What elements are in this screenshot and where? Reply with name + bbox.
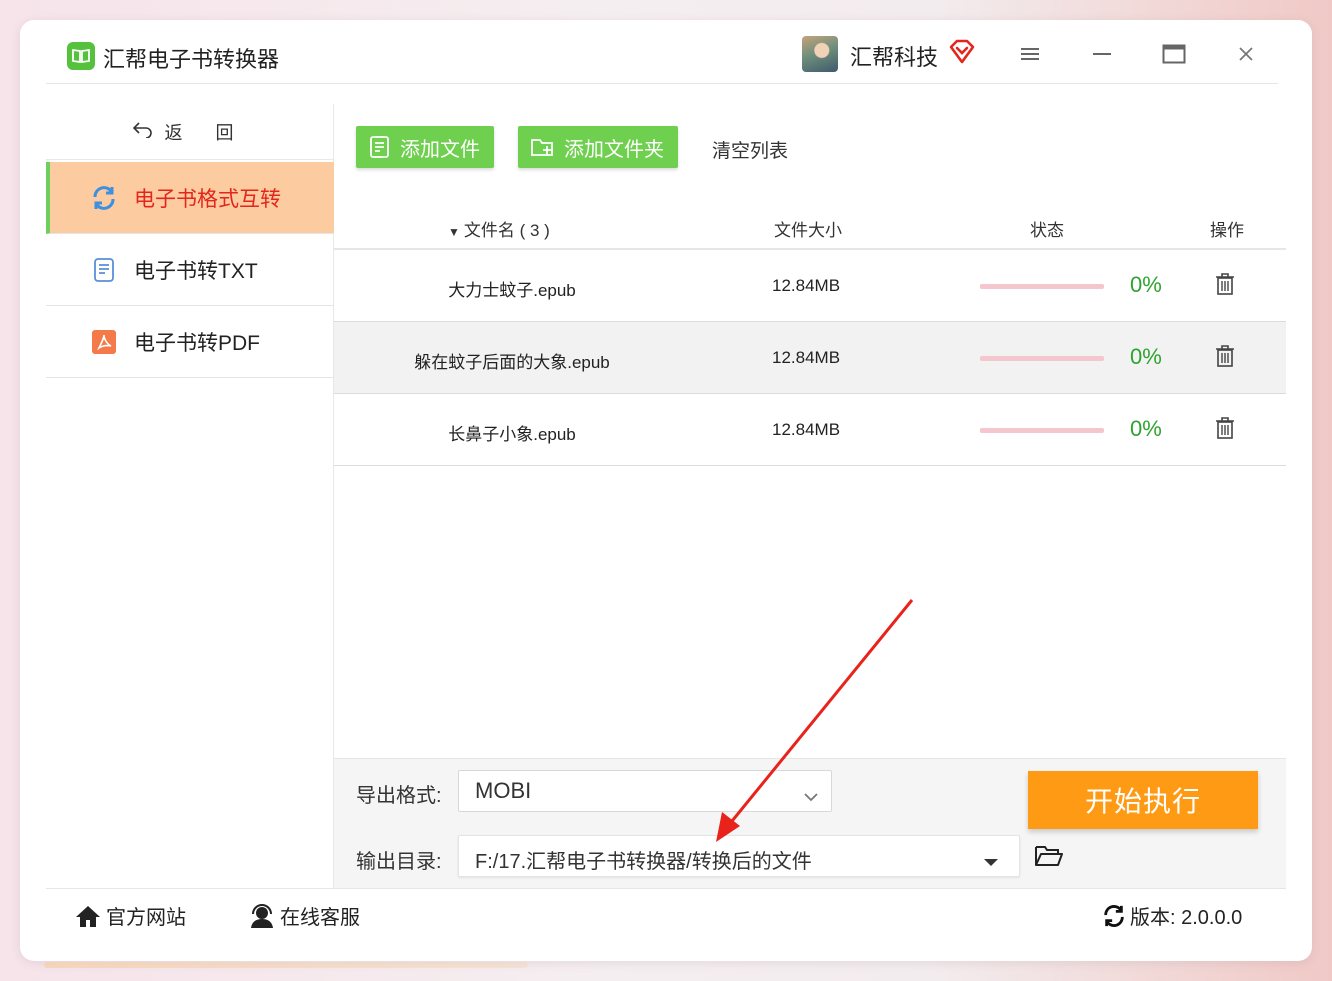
- sidebar-item-label: 电子书格式互转: [134, 187, 281, 211]
- delete-icon[interactable]: [1214, 272, 1238, 298]
- add-file-button[interactable]: 添加文件: [356, 126, 494, 168]
- sidebar-item-format-convert[interactable]: 电子书格式互转: [46, 162, 334, 234]
- export-panel: 导出格式: MOBI 输出目录: F:/17.汇帮电子书转换器/转换后的文件 开…: [334, 758, 1286, 888]
- customer-service-link[interactable]: 在线客服: [248, 901, 360, 930]
- export-format-value: MOBI: [475, 778, 532, 803]
- website-link[interactable]: 官方网站: [74, 901, 186, 930]
- progress-bar: [980, 428, 1104, 433]
- add-file-icon: [370, 136, 389, 158]
- add-folder-button[interactable]: 添加文件夹: [518, 126, 678, 168]
- minimize-icon[interactable]: [1084, 38, 1120, 70]
- sidebar-item-label: 电子书转TXT: [134, 259, 258, 283]
- file-size: 12.84MB: [772, 420, 841, 439]
- home-icon: [76, 905, 100, 927]
- clear-list-button[interactable]: 清空列表: [712, 136, 788, 163]
- add-file-label: 添加文件: [400, 138, 480, 161]
- output-dir-label: 输出目录:: [356, 851, 442, 873]
- footer: 官方网站 在线客服 版本: 2.0.0.0: [46, 888, 1286, 938]
- table-row[interactable]: 躲在蚊子后面的大象.epub 12.84MB 0%: [334, 322, 1286, 394]
- customer-service-label: 在线客服: [280, 907, 360, 929]
- menu-icon[interactable]: [1012, 38, 1048, 70]
- app-logo-icon: [67, 42, 95, 70]
- caret-down-icon: [983, 848, 999, 874]
- sort-down-icon: ▼: [448, 225, 460, 239]
- vip-diamond-icon[interactable]: [948, 38, 976, 66]
- column-header-action: 操作: [1210, 221, 1244, 240]
- table-header: ▼ 文件名 ( 3 ) 文件大小 状态 操作: [334, 202, 1286, 250]
- document-icon: [90, 256, 118, 284]
- export-format-select[interactable]: MOBI: [458, 770, 832, 812]
- sidebar-item-label: 电子书转PDF: [134, 331, 260, 355]
- output-dir-select[interactable]: F:/17.汇帮电子书转换器/转换后的文件: [458, 835, 1020, 877]
- progress-percent: 0%: [1130, 272, 1162, 297]
- version-info[interactable]: 版本: 2.0.0.0: [1102, 901, 1242, 930]
- website-label: 官方网站: [106, 907, 186, 929]
- add-folder-icon: [531, 139, 553, 156]
- file-name: 躲在蚊子后面的大象.epub: [414, 353, 610, 372]
- export-format-label: 导出格式:: [356, 785, 442, 807]
- support-agent-icon: [251, 903, 273, 928]
- back-arrow-icon: [132, 120, 154, 144]
- main-panel: 添加文件 添加文件夹 清空列表 ▼ 文件名 ( 3 ) 文件大小 状态 操作 大力…: [334, 104, 1286, 888]
- title-bar: 汇帮电子书转换器 汇帮科技: [46, 34, 1278, 84]
- progress-bar: [980, 356, 1104, 361]
- file-name: 长鼻子小象.epub: [448, 425, 576, 444]
- sidebar-item-pdf[interactable]: 电子书转PDF: [46, 306, 334, 378]
- version-label: 版本: 2.0.0.0: [1130, 907, 1243, 929]
- column-header-size: 文件大小: [774, 221, 842, 240]
- back-label: 返 回: [164, 122, 248, 143]
- file-name: 大力士蚊子.epub: [448, 281, 576, 300]
- sidebar: 返 回 电子书格式互转 电子书转TXT 电子书转PDF: [46, 104, 334, 888]
- column-header-status: 状态: [1030, 221, 1064, 240]
- table-row[interactable]: 大力士蚊子.epub 12.84MB 0%: [334, 250, 1286, 322]
- column-header-name-label: 文件名 ( 3 ): [463, 221, 550, 240]
- maximize-icon[interactable]: [1156, 38, 1192, 70]
- delete-icon[interactable]: [1214, 344, 1238, 370]
- column-header-name[interactable]: ▼ 文件名 ( 3 ): [448, 216, 550, 241]
- table-row[interactable]: 长鼻子小象.epub 12.84MB 0%: [334, 394, 1286, 466]
- start-button[interactable]: 开始执行: [1028, 771, 1258, 829]
- close-icon[interactable]: [1228, 38, 1264, 70]
- update-refresh-icon: [1104, 904, 1124, 927]
- delete-icon[interactable]: [1214, 416, 1238, 442]
- sidebar-item-txt[interactable]: 电子书转TXT: [46, 234, 334, 306]
- pdf-icon: [90, 328, 118, 356]
- user-name[interactable]: 汇帮科技: [850, 40, 938, 72]
- app-title: 汇帮电子书转换器: [103, 47, 280, 72]
- progress-percent: 0%: [1130, 416, 1162, 441]
- progress-percent: 0%: [1130, 344, 1162, 369]
- window-shadow-glow: [44, 962, 528, 968]
- chevron-down-icon: [803, 783, 819, 809]
- user-avatar[interactable]: [802, 36, 838, 72]
- open-folder-icon[interactable]: [1034, 843, 1064, 871]
- file-size: 12.84MB: [772, 276, 841, 295]
- file-size: 12.84MB: [772, 348, 841, 367]
- output-dir-value: F:/17.汇帮电子书转换器/转换后的文件: [475, 851, 812, 873]
- back-button[interactable]: 返 回: [46, 104, 334, 160]
- add-folder-label: 添加文件夹: [564, 138, 664, 161]
- progress-bar: [980, 284, 1104, 289]
- refresh-icon: [90, 184, 118, 212]
